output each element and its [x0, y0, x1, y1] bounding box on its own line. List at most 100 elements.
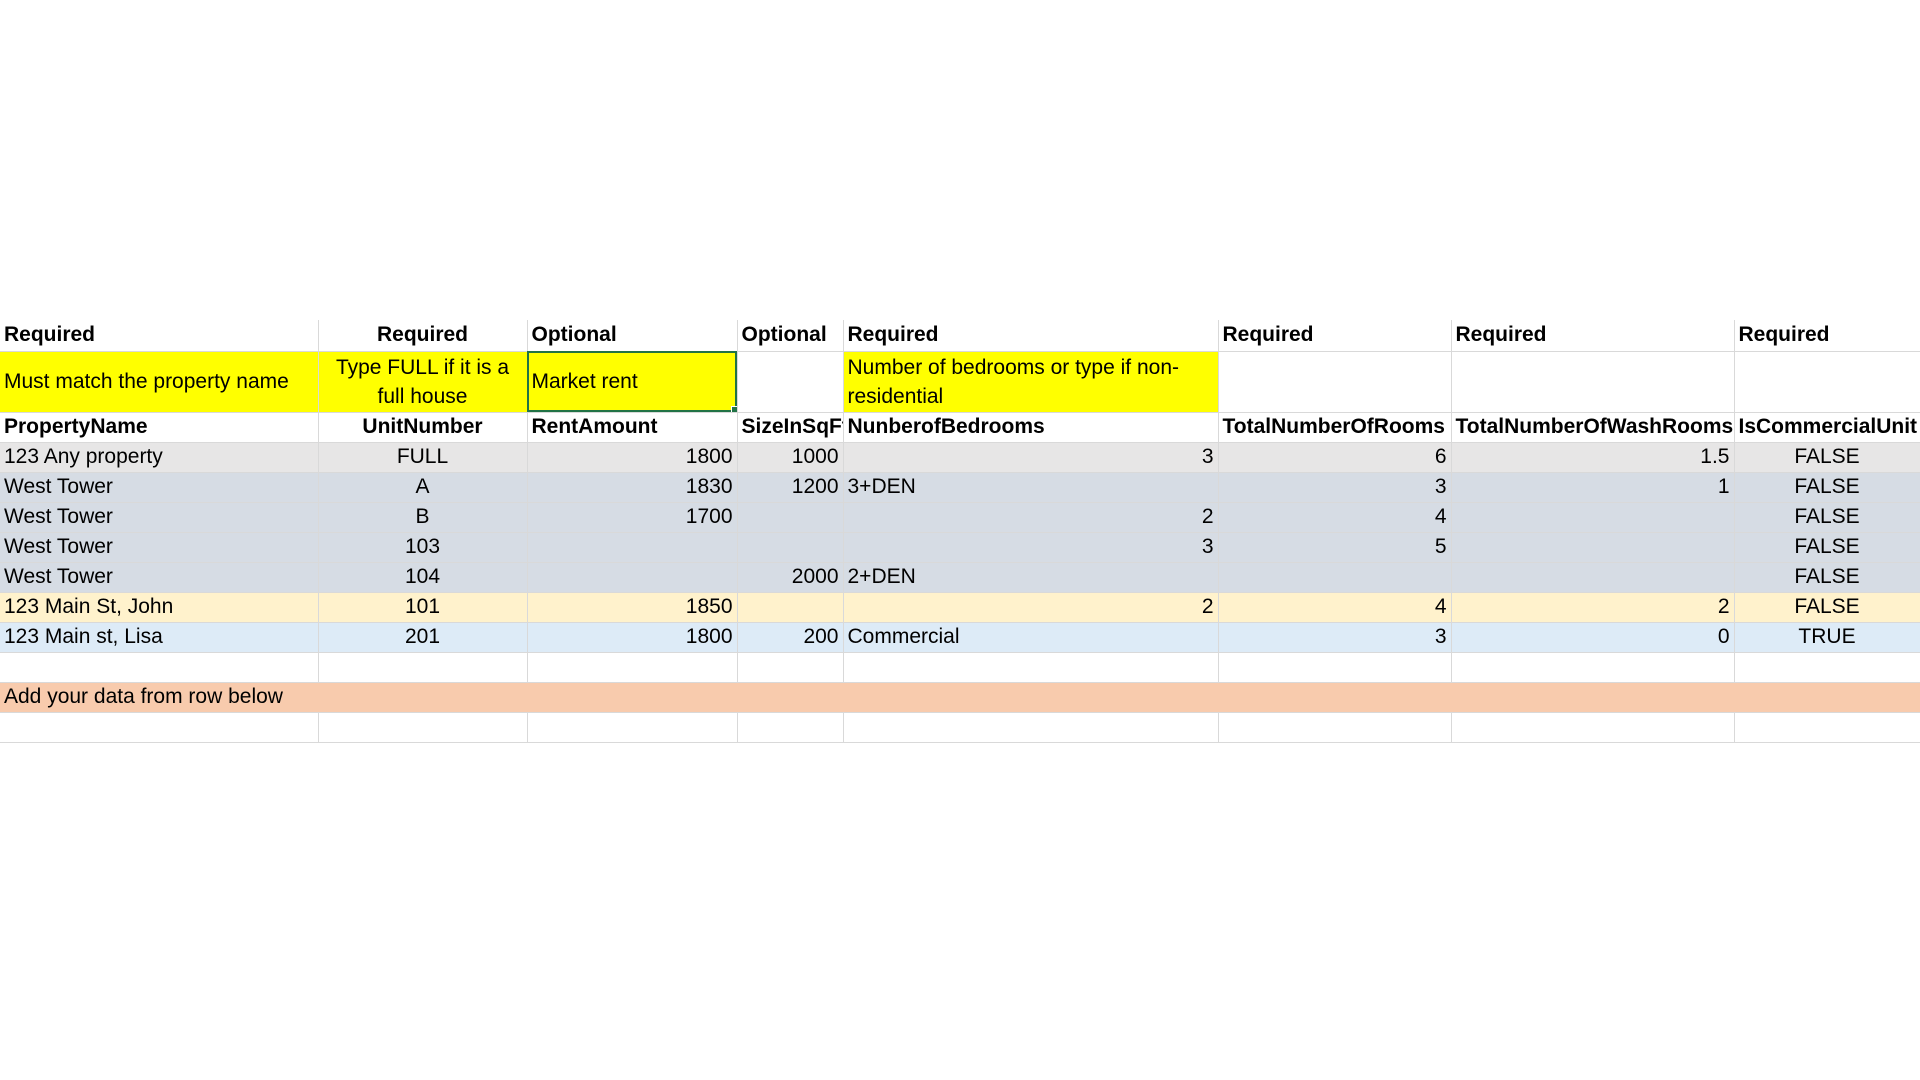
- cell[interactable]: FALSE: [1734, 562, 1920, 593]
- column-header[interactable]: IsCommercialUnit: [1734, 412, 1920, 443]
- column-header[interactable]: UnitNumber: [318, 412, 528, 443]
- cell[interactable]: [1218, 562, 1452, 593]
- cell[interactable]: [737, 592, 844, 623]
- cell[interactable]: 1830: [527, 472, 738, 503]
- empty-cell[interactable]: [1734, 652, 1920, 683]
- cell[interactable]: 1800: [527, 442, 738, 473]
- table-row: 123 Main st, Lisa 201 1800 200 Commercia…: [0, 622, 1920, 653]
- cell[interactable]: A: [318, 472, 528, 503]
- cell[interactable]: 3: [1218, 622, 1452, 653]
- empty-cell[interactable]: [1734, 712, 1920, 743]
- cell[interactable]: Required: [318, 320, 528, 352]
- cell[interactable]: 0: [1451, 622, 1735, 653]
- selected-cell[interactable]: Market rent: [527, 351, 738, 413]
- cell[interactable]: West Tower: [0, 532, 319, 563]
- empty-cell[interactable]: [527, 712, 738, 743]
- cell[interactable]: Optional: [737, 320, 844, 352]
- cell[interactable]: 4: [1218, 592, 1452, 623]
- cell[interactable]: 1700: [527, 502, 738, 533]
- cell[interactable]: 1800: [527, 622, 738, 653]
- cell[interactable]: FALSE: [1734, 502, 1920, 533]
- cell[interactable]: 1: [1451, 472, 1735, 503]
- cell[interactable]: [1451, 502, 1735, 533]
- cell[interactable]: 201: [318, 622, 528, 653]
- empty-cell[interactable]: [1218, 652, 1452, 683]
- empty-cell[interactable]: [318, 712, 528, 743]
- empty-cell[interactable]: [737, 652, 844, 683]
- cell[interactable]: Type FULL if it is a full house: [318, 351, 528, 413]
- cell[interactable]: 2: [1451, 592, 1735, 623]
- cell[interactable]: West Tower: [0, 502, 319, 533]
- cell[interactable]: Required: [1451, 320, 1735, 352]
- cell[interactable]: 123 Main St, John: [0, 592, 319, 623]
- cell[interactable]: FULL: [318, 442, 528, 473]
- cell[interactable]: [737, 502, 844, 533]
- cell[interactable]: 101: [318, 592, 528, 623]
- cell[interactable]: Required: [1734, 320, 1920, 352]
- cell[interactable]: 4: [1218, 502, 1452, 533]
- empty-cell[interactable]: [843, 652, 1219, 683]
- cell[interactable]: [737, 532, 844, 563]
- cell[interactable]: FALSE: [1734, 532, 1920, 563]
- empty-cell[interactable]: [527, 652, 738, 683]
- fill-handle[interactable]: [730, 405, 736, 411]
- cell[interactable]: [527, 532, 738, 563]
- cell[interactable]: 200: [737, 622, 844, 653]
- cell[interactable]: Must match the property name: [0, 351, 319, 413]
- cell[interactable]: 104: [318, 562, 528, 593]
- cell[interactable]: 5: [1218, 532, 1452, 563]
- cell[interactable]: 1000: [737, 442, 844, 473]
- column-header[interactable]: NunberofBedrooms: [843, 412, 1219, 443]
- cell[interactable]: FALSE: [1734, 592, 1920, 623]
- data-grid: Required Required Optional Optional Requ…: [0, 320, 1920, 743]
- empty-cell[interactable]: [0, 652, 319, 683]
- empty-cell[interactable]: [843, 712, 1219, 743]
- cell[interactable]: Required: [0, 320, 319, 352]
- cell[interactable]: B: [318, 502, 528, 533]
- column-header[interactable]: TotalNumberOfWashRooms: [1451, 412, 1735, 443]
- cell[interactable]: Required: [1218, 320, 1452, 352]
- cell[interactable]: [1218, 351, 1452, 413]
- cell[interactable]: 3: [843, 532, 1219, 563]
- empty-cell[interactable]: [1451, 712, 1735, 743]
- cell[interactable]: 3: [843, 442, 1219, 473]
- cell[interactable]: 2: [843, 592, 1219, 623]
- cell[interactable]: West Tower: [0, 562, 319, 593]
- cell[interactable]: [1451, 562, 1735, 593]
- cell[interactable]: 1.5: [1451, 442, 1735, 473]
- column-header[interactable]: SizeInSqFt: [737, 412, 844, 443]
- cell[interactable]: 1200: [737, 472, 844, 503]
- empty-cell[interactable]: [1451, 652, 1735, 683]
- cell[interactable]: 103: [318, 532, 528, 563]
- cell[interactable]: 2: [843, 502, 1219, 533]
- cell[interactable]: [1451, 532, 1735, 563]
- column-header[interactable]: RentAmount: [527, 412, 738, 443]
- cell[interactable]: Number of bedrooms or type if non-reside…: [843, 351, 1219, 413]
- cell[interactable]: 2000: [737, 562, 844, 593]
- cell[interactable]: Required: [843, 320, 1219, 352]
- empty-cell[interactable]: [0, 712, 319, 743]
- cell[interactable]: TRUE: [1734, 622, 1920, 653]
- cell[interactable]: FALSE: [1734, 442, 1920, 473]
- cell[interactable]: [527, 562, 738, 593]
- cell[interactable]: FALSE: [1734, 472, 1920, 503]
- cell[interactable]: 3+DEN: [843, 472, 1219, 503]
- instruction-banner[interactable]: Add your data from row below: [0, 682, 1920, 713]
- empty-cell[interactable]: [318, 652, 528, 683]
- cell[interactable]: 1850: [527, 592, 738, 623]
- empty-cell[interactable]: [1218, 712, 1452, 743]
- cell[interactable]: [1734, 351, 1920, 413]
- cell[interactable]: [1451, 351, 1735, 413]
- cell[interactable]: Commercial: [843, 622, 1219, 653]
- column-header[interactable]: PropertyName: [0, 412, 319, 443]
- empty-cell[interactable]: [737, 712, 844, 743]
- cell[interactable]: 3: [1218, 472, 1452, 503]
- cell[interactable]: 123 Any property: [0, 442, 319, 473]
- cell[interactable]: [737, 351, 844, 413]
- cell[interactable]: Optional: [527, 320, 738, 352]
- cell[interactable]: 6: [1218, 442, 1452, 473]
- column-header[interactable]: TotalNumberOfRooms: [1218, 412, 1452, 443]
- cell[interactable]: West Tower: [0, 472, 319, 503]
- cell[interactable]: 123 Main st, Lisa: [0, 622, 319, 653]
- cell[interactable]: 2+DEN: [843, 562, 1219, 593]
